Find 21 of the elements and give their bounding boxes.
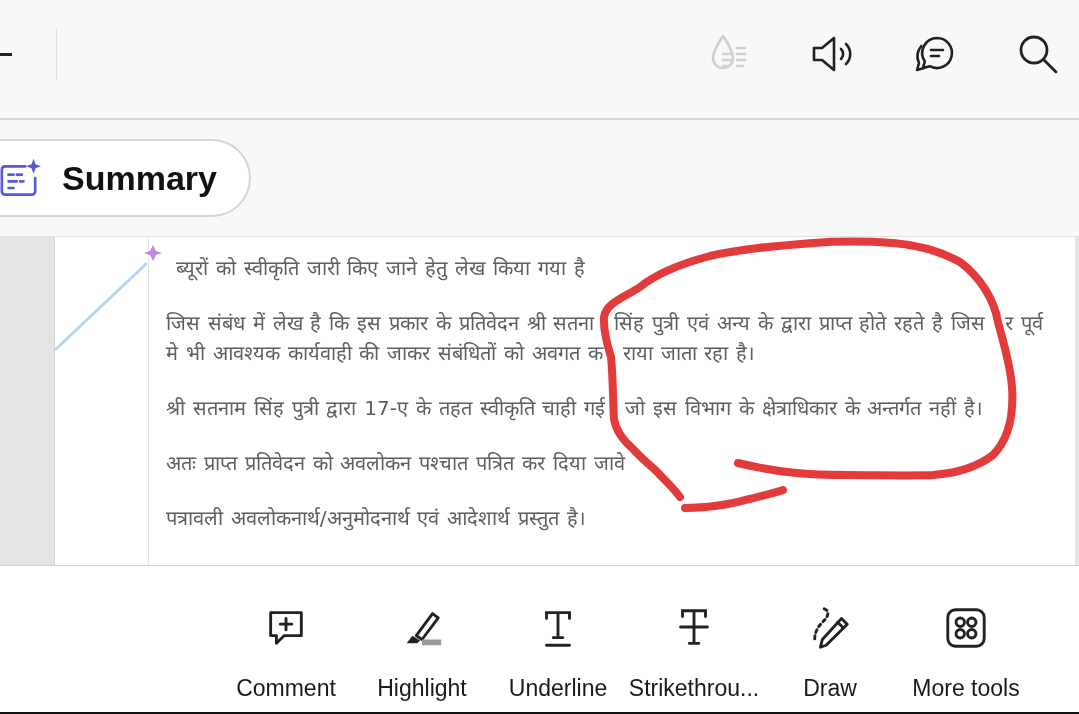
- highlight-tool[interactable]: Highlight: [354, 566, 490, 712]
- document-text: मे भी आवश्यक कार्यवाही की जाकर संबंधितों को अवगत क: [166, 340, 603, 367]
- grid-tile-icon: [943, 605, 989, 651]
- comment-tool[interactable]: Comment: [218, 566, 354, 712]
- dash-icon: [0, 52, 12, 56]
- underline-tool[interactable]: Underline: [490, 566, 626, 712]
- document-text: ब्यूरों को स्वीकृति जारी किए जाने हेतु लेख किया गया है: [176, 255, 585, 283]
- strikethrough-tool[interactable]: Strikethrou...: [626, 566, 762, 712]
- document-text: जो इस विभाग के क्षेत्राधिकार के अन्तर्गत नहीं है।: [625, 395, 984, 422]
- document-text: पत्रावली अवलोकनार्थ/अनुमोदनार्थ एवं आदेशार्थ प्रस्तुत है।: [166, 505, 587, 533]
- document-text: सिंह पुत्री एवं अन्य के द्वारा प्राप्त होते रहते है जिस: [614, 310, 985, 338]
- star-mark-icon: [144, 245, 162, 261]
- document-text: राया जाता रहा है।: [622, 340, 756, 367]
- document-text: जिस संबंध में लेख है कि इस प्रकार के प्रतिवेदन श्री सतना: [166, 310, 595, 337]
- document-text: अतः प्राप्त प्रतिवेदन को अवलोकन पश्चात पत्रित कर दिया जावे: [166, 450, 625, 477]
- draw-tool[interactable]: Draw: [762, 566, 898, 712]
- document-text: श्री सतनाम सिंह पुत्री द्वारा 17-ए के तहत स्वीकृति चाही गई: [166, 395, 606, 423]
- document-text: र पूर्व: [1005, 310, 1043, 338]
- more-tool[interactable]: More tools: [898, 566, 1034, 712]
- summary-button[interactable]: Summary: [0, 139, 251, 217]
- document-sparkle-icon: [0, 158, 42, 198]
